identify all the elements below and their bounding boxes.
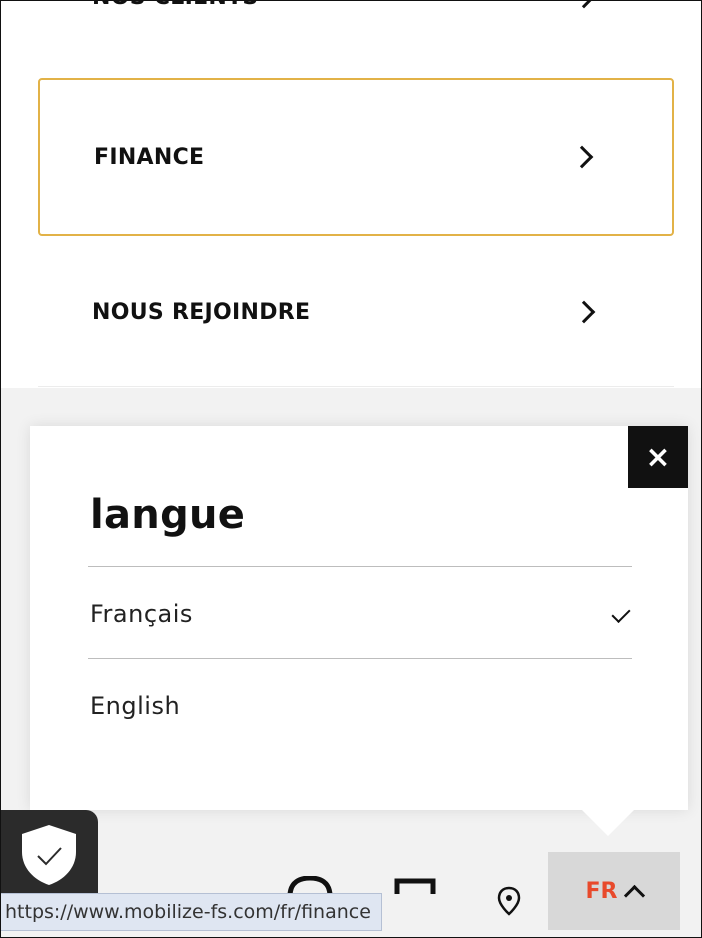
language-option-english[interactable]: English — [88, 661, 632, 751]
language-option-francais[interactable]: Français — [88, 569, 632, 659]
divider — [88, 658, 632, 659]
shield-check-icon — [22, 825, 76, 885]
language-code: FR — [585, 878, 618, 904]
chevron-right-icon — [572, 300, 596, 324]
document-icon[interactable] — [394, 878, 436, 894]
chevron-right-icon — [570, 145, 594, 169]
chevron-up-icon — [624, 884, 646, 906]
menu-item-label: NOUS REJOINDRE — [92, 299, 311, 325]
menu-divider — [38, 386, 674, 387]
language-toggle-button[interactable]: FR — [548, 852, 680, 930]
checkmark-icon — [611, 603, 631, 624]
menu-item-nos-clients[interactable]: NOS CLIENTS — [38, 0, 674, 22]
language-popup: × langue Français English — [30, 426, 688, 836]
divider — [88, 566, 632, 567]
status-bar-url: https://www.mobilize-fs.com/fr/finance — [0, 893, 382, 931]
menu-item-label: NOS CLIENTS — [92, 0, 259, 10]
language-option-label: Français — [90, 600, 193, 628]
close-icon: × — [645, 439, 671, 475]
menu-item-nous-rejoindre[interactable]: NOUS REJOINDRE — [38, 256, 674, 368]
language-popup-title: langue — [90, 492, 246, 538]
menu-item-finance[interactable]: FINANCE — [38, 78, 674, 236]
chevron-right-icon — [572, 0, 596, 9]
privacy-shield-widget[interactable] — [0, 810, 98, 900]
close-button[interactable]: × — [628, 426, 688, 488]
location-pin-icon[interactable] — [496, 886, 522, 916]
menu-item-label: FINANCE — [94, 144, 205, 170]
language-option-label: English — [90, 692, 181, 720]
